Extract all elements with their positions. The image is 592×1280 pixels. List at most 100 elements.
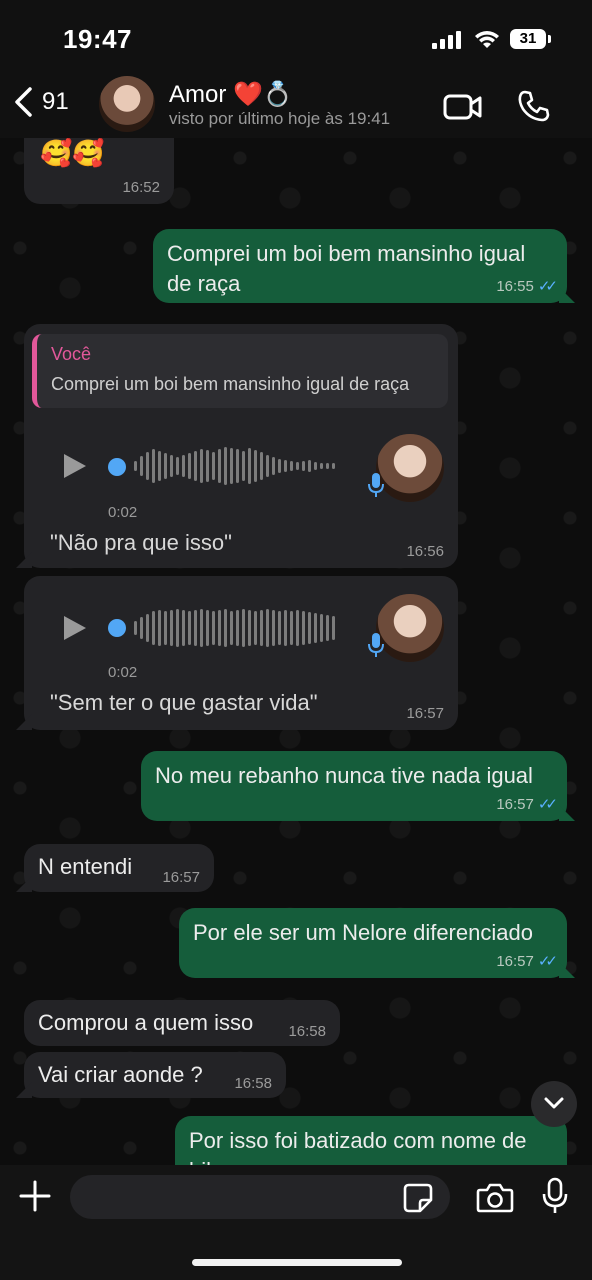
chat-area[interactable]: 🥰🥰 16:52 Comprei um boi bem mansinho igu…	[0, 138, 592, 1165]
waveform-bar	[146, 452, 149, 480]
waveform-bar	[194, 451, 197, 481]
mic-icon[interactable]	[541, 1177, 569, 1215]
waveform[interactable]	[134, 608, 335, 648]
message-time: 16:57	[406, 705, 444, 722]
waveform-bar	[152, 611, 155, 645]
video-icon[interactable]	[443, 93, 483, 121]
waveform-bar	[260, 452, 263, 480]
read-ticks-icon: ✓✓	[537, 953, 558, 970]
waveform-bar	[314, 462, 317, 470]
message-outgoing[interactable]: No meu rebanho nunca tive nada igual 16:…	[141, 751, 567, 821]
quoted-message[interactable]: Você Comprei um boi bem mansinho igual d…	[32, 334, 448, 408]
waveform-bar	[140, 456, 143, 476]
message-text: Comprei um boi bem mansinho igual de raç…	[167, 241, 526, 296]
waveform-bar	[134, 621, 137, 635]
home-indicator	[192, 1259, 402, 1266]
waveform-bar	[242, 609, 245, 647]
waveform-bar	[158, 610, 161, 646]
message-outgoing[interactable]: Comprei um boi bem mansinho igual de raç…	[153, 229, 567, 303]
voice-message-reply[interactable]: Você Comprei um boi bem mansinho igual d…	[24, 324, 458, 568]
compose-bar	[0, 1165, 592, 1280]
battery-indicator: 31	[510, 29, 546, 49]
message-time: 16:57	[162, 869, 200, 886]
waveform-bar	[326, 463, 329, 469]
waveform-bar	[290, 461, 293, 471]
message-emoji: 🥰🥰	[40, 138, 105, 168]
playback-scrubber[interactable]	[108, 458, 126, 476]
message-incoming[interactable]: Vai criar aonde ? 16:58	[24, 1052, 286, 1098]
waveform-bar	[332, 463, 335, 469]
message-meta: 16:56	[406, 543, 444, 560]
waveform-bar	[284, 460, 287, 472]
waveform-bar	[224, 447, 227, 485]
message-time: 16:57	[496, 795, 534, 813]
read-ticks-icon: ✓✓	[537, 796, 558, 813]
waveform-bar	[302, 611, 305, 645]
waveform-bar	[194, 610, 197, 646]
message-meta: 16:52	[122, 179, 160, 196]
message-time: 16:55	[496, 277, 534, 295]
mic-icon	[368, 633, 384, 657]
voice-message[interactable]: 0:02 "Sem ter o que gastar vida" 16:57	[24, 576, 458, 730]
waveform-bar	[182, 455, 185, 477]
waveform-bar	[284, 610, 287, 646]
waveform-bar	[254, 450, 257, 482]
contact-name[interactable]: Amor ❤️💍	[169, 80, 293, 109]
message-meta: 16:58	[288, 1023, 326, 1040]
chevron-left-icon	[15, 87, 32, 117]
message-time: 16:52	[122, 179, 160, 196]
status-time: 19:47	[63, 24, 132, 54]
chevron-down-icon	[544, 1097, 564, 1109]
phone-icon[interactable]	[517, 89, 551, 123]
voice-duration: 0:02	[108, 504, 138, 521]
waveform-bar	[206, 450, 209, 482]
waveform-bar	[164, 453, 167, 479]
message-incoming[interactable]: N entendi 16:57	[24, 844, 214, 892]
plus-icon[interactable]	[18, 1179, 52, 1213]
waveform-bar	[140, 617, 143, 639]
message-outgoing[interactable]: Por ele ser um Nelore diferenciado 16:57…	[179, 908, 567, 978]
contact-last-seen: visto por último hoje às 19:41	[169, 109, 391, 128]
signal-icon	[432, 31, 462, 49]
waveform-bar	[218, 610, 221, 646]
message-time: 16:56	[406, 543, 444, 560]
message-outgoing[interactable]: Por isso foi batizado com nome de bilau	[175, 1116, 567, 1165]
message-text: No meu rebanho nunca tive nada igual	[155, 763, 533, 788]
contact-avatar[interactable]	[99, 76, 155, 132]
message-incoming[interactable]: 🥰🥰 16:52	[24, 138, 174, 204]
message-incoming[interactable]: Comprou a quem isso 16:58	[24, 1000, 340, 1046]
status-bar: 19:47 31	[0, 0, 592, 76]
message-meta: 16:57	[406, 705, 444, 722]
waveform-bar	[314, 613, 317, 643]
message-meta: 16:57 ✓✓	[496, 952, 558, 971]
waveform-bar	[170, 455, 173, 477]
waveform-bar	[236, 610, 239, 646]
message-time: 16:58	[288, 1023, 326, 1040]
waveform-bar	[248, 610, 251, 646]
waveform-bar	[230, 611, 233, 645]
waveform-bar	[176, 457, 179, 475]
waveform-bar	[242, 451, 245, 481]
message-input[interactable]	[70, 1175, 450, 1219]
playback-scrubber[interactable]	[108, 619, 126, 637]
chat-header: 91 Amor ❤️💍 visto por último hoje às 19:…	[0, 76, 592, 138]
message-meta: 16:57 ✓✓	[496, 795, 558, 814]
waveform-bar	[290, 611, 293, 645]
message-meta: 16:55 ✓✓	[496, 277, 558, 296]
back-button[interactable]: 91	[12, 86, 69, 118]
sender-avatar	[376, 594, 444, 662]
sticker-icon[interactable]	[403, 1183, 433, 1213]
message-text: Por ele ser um Nelore diferenciado	[193, 920, 533, 945]
waveform[interactable]	[134, 446, 335, 486]
scroll-to-bottom-button[interactable]	[531, 1081, 577, 1127]
unread-count: 91	[42, 88, 69, 115]
play-icon[interactable]	[64, 454, 86, 478]
camera-icon[interactable]	[476, 1182, 514, 1214]
play-icon[interactable]	[64, 616, 86, 640]
waveform-bar	[308, 460, 311, 472]
voice-transcript: "Não pra que isso"	[50, 530, 232, 555]
waveform-bar	[296, 610, 299, 646]
waveform-bar	[152, 449, 155, 483]
waveform-bar	[272, 610, 275, 646]
waveform-bar	[248, 448, 251, 484]
